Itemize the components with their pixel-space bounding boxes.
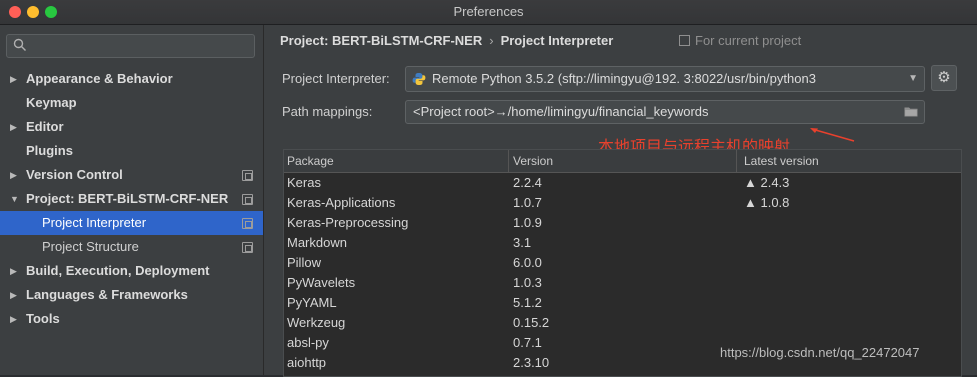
table-row[interactable]: Keras 2.2.4 ▲ 2.4.3	[284, 173, 961, 193]
package-name: Markdown	[287, 235, 347, 250]
package-name: Keras-Applications	[287, 195, 396, 210]
sidebar-item-label: Project Structure	[42, 239, 139, 254]
sidebar-item-plugins[interactable]: Plugins	[0, 139, 263, 163]
table-row[interactable]: Pillow 6.0.0	[284, 253, 961, 273]
package-version: 3.1	[513, 235, 532, 250]
column-divider	[736, 150, 737, 172]
table-row[interactable]: Markdown 3.1	[284, 233, 961, 253]
sidebar-item-tools[interactable]: ▶ Tools	[0, 307, 263, 331]
search-icon	[13, 38, 26, 51]
main-panel: Project: BERT-BiLSTM-CRF-NER › Project Int…	[264, 25, 977, 377]
sidebar: ▶ Appearance & Behavior Keymap ▶ Editor …	[0, 25, 264, 375]
title-bar: Preferences	[0, 0, 977, 25]
package-name: PyWavelets	[287, 275, 356, 290]
project-scope-icon	[242, 170, 253, 181]
gear-icon: ⚙	[937, 69, 951, 86]
breadcrumb-separator: ›	[489, 33, 494, 48]
sidebar-item-project-structure[interactable]: Project Structure	[0, 235, 263, 259]
chevron-right-icon: ▶	[10, 74, 17, 84]
chevron-right-icon: ▶	[10, 290, 17, 300]
project-scope-icon	[242, 242, 253, 253]
package-name: Keras-Preprocessing	[287, 215, 409, 230]
sidebar-item-languages[interactable]: ▶ Languages & Frameworks	[0, 283, 263, 307]
sidebar-item-label: Plugins	[26, 143, 73, 158]
chevron-right-icon: ▶	[10, 266, 17, 276]
package-name: Pillow	[287, 255, 321, 270]
sidebar-item-editor[interactable]: ▶ Editor	[0, 115, 263, 139]
table-row[interactable]: PyYAML 5.1.2	[284, 293, 961, 313]
sidebar-item-build[interactable]: ▶ Build, Execution, Deployment	[0, 259, 263, 283]
package-version: 1.0.3	[513, 275, 542, 290]
sidebar-item-label: Editor	[26, 119, 64, 134]
project-scope-icon	[679, 35, 690, 46]
window-title: Preferences	[453, 4, 524, 19]
package-name: aiohttp	[287, 355, 327, 370]
project-scope-icon	[242, 194, 253, 205]
package-version: 0.15.2	[513, 315, 550, 330]
path-mappings-value: <Project root>→/home/limingyu/financial_…	[413, 104, 709, 119]
sidebar-item-label: Project: BERT-BiLSTM-CRF-NER	[26, 191, 229, 206]
scope-note: For current project	[679, 33, 801, 48]
package-version: 6.0.0	[513, 255, 542, 270]
sidebar-item-label: Build, Execution, Deployment	[26, 263, 210, 278]
search-input[interactable]	[6, 34, 255, 58]
chevron-right-icon: ▶	[10, 170, 17, 180]
interpreter-value: Remote Python 3.5.2 (sftp://limingyu@192…	[432, 71, 816, 86]
package-version: 2.3.10	[513, 355, 550, 370]
column-header-package[interactable]: Package	[287, 150, 334, 172]
chevron-right-icon: ▶	[10, 314, 17, 324]
breadcrumb: Project: BERT-BiLSTM-CRF-NER › Project Int…	[280, 33, 613, 48]
package-version: 0.7.1	[513, 335, 542, 350]
table-row[interactable]: PyWavelets 1.0.3	[284, 273, 961, 293]
package-version: 1.0.7	[513, 195, 542, 210]
package-name: Werkzeug	[287, 315, 346, 330]
table-row[interactable]: Keras-Applications 1.0.7 ▲ 1.0.8	[284, 193, 961, 213]
package-version: 2.2.4	[513, 175, 542, 190]
sidebar-item-project-interpreter[interactable]: Project Interpreter	[0, 211, 263, 235]
path-mappings-field[interactable]: <Project root>→/home/limingyu/financial_…	[405, 100, 925, 124]
project-scope-icon	[242, 218, 253, 229]
sidebar-item-label: Languages & Frameworks	[26, 287, 188, 302]
sidebar-item-version-control[interactable]: ▶ Version Control	[0, 163, 263, 187]
watermark: https://blog.csdn.net/qq_22472047	[720, 345, 920, 360]
sidebar-item-label: Appearance & Behavior	[26, 71, 173, 86]
package-name: absl-py	[287, 335, 329, 350]
package-version: 5.1.2	[513, 295, 542, 310]
package-version: 1.0.9	[513, 215, 542, 230]
package-name: PyYAML	[287, 295, 337, 310]
python-icon	[412, 73, 426, 85]
sidebar-item-keymap[interactable]: Keymap	[0, 91, 263, 115]
column-header-version[interactable]: Version	[513, 150, 553, 172]
table-header: Package Version Latest version	[284, 150, 961, 173]
interpreter-settings-button[interactable]: ⚙	[931, 65, 957, 91]
settings-tree: ▶ Appearance & Behavior Keymap ▶ Editor …	[0, 67, 263, 331]
sidebar-item-appearance[interactable]: ▶ Appearance & Behavior	[0, 67, 263, 91]
column-divider	[508, 150, 509, 172]
sidebar-item-label: Project Interpreter	[42, 215, 147, 230]
packages-table: Package Version Latest version Keras 2.2…	[283, 149, 962, 377]
table-row[interactable]: Werkzeug 0.15.2	[284, 313, 961, 333]
table-body: Keras 2.2.4 ▲ 2.4.3 Keras-Applications 1…	[284, 173, 961, 373]
dropdown-arrow-icon: ▼	[908, 73, 918, 84]
sidebar-item-label: Version Control	[26, 167, 123, 182]
sidebar-item-label: Keymap	[26, 95, 77, 110]
sidebar-item-project[interactable]: ▼ Project: BERT-BiLSTM-CRF-NER	[0, 187, 263, 211]
chevron-right-icon: ▶	[10, 122, 17, 132]
sidebar-item-label: Tools	[26, 311, 60, 326]
column-header-latest[interactable]: Latest version	[744, 150, 819, 172]
chevron-down-icon: ▼	[10, 194, 19, 204]
breadcrumb-project: Project: BERT-BiLSTM-CRF-NER	[280, 33, 483, 48]
folder-icon[interactable]	[904, 106, 918, 117]
interpreter-select[interactable]: Remote Python 3.5.2 (sftp://limingyu@192…	[405, 66, 925, 92]
package-name: Keras	[287, 175, 321, 190]
package-latest-version: ▲ 1.0.8	[744, 195, 790, 210]
breadcrumb-page: Project Interpreter	[500, 33, 614, 48]
interpreter-label: Project Interpreter:	[282, 71, 390, 86]
scope-label: For current project	[695, 33, 802, 48]
package-latest-version: ▲ 2.4.3	[744, 175, 790, 190]
path-mappings-label: Path mappings:	[282, 104, 373, 119]
table-row[interactable]: Keras-Preprocessing 1.0.9	[284, 213, 961, 233]
